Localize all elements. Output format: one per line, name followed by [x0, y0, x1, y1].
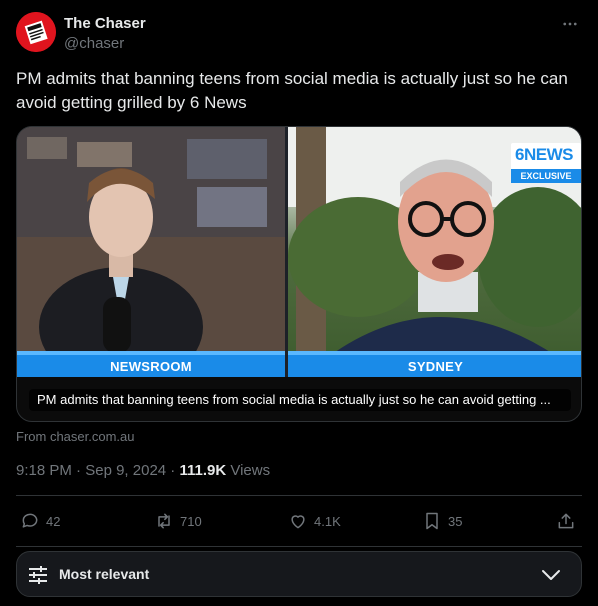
link-card[interactable]: 6NEWS EXCLUSIVE NEWSROOM SYDNEY PM admit… — [16, 126, 582, 422]
reply-count: 42 — [46, 513, 61, 529]
tweet-header: The Chaser @chaser — [16, 12, 582, 56]
action-bar: 42 710 4.1K 35 — [16, 508, 582, 534]
sydney-pane: 6NEWS EXCLUSIVE — [288, 127, 581, 377]
bookmark-icon — [426, 512, 438, 530]
repost-count: 710 — [180, 513, 202, 529]
views-label: Views — [230, 462, 271, 479]
reply-icon — [22, 513, 38, 528]
repost-icon — [158, 513, 170, 529]
exclusive-badge: EXCLUSIVE — [511, 169, 581, 183]
card-caption[interactable]: PM admits that banning teens from social… — [29, 389, 571, 411]
divider — [16, 495, 582, 496]
avatar[interactable] — [16, 12, 56, 52]
logo-text: 6NEWS — [515, 145, 573, 164]
newsroom-pane — [17, 127, 285, 377]
repost-button[interactable]: 710 — [154, 508, 202, 534]
card-source[interactable]: From chaser.com.au — [16, 429, 135, 444]
tweet-time[interactable]: 9:18 PM — [16, 462, 72, 479]
card-media[interactable]: 6NEWS EXCLUSIVE NEWSROOM SYDNEY PM admit… — [17, 127, 581, 421]
more-icon[interactable] — [558, 14, 582, 34]
like-icon — [291, 515, 305, 529]
sort-dropdown[interactable]: Most relevant — [16, 551, 582, 597]
chevron-down-icon[interactable] — [541, 566, 561, 584]
display-name[interactable]: The Chaser — [64, 14, 146, 34]
tweet-meta: 9:18 PM · Sep 9, 2024 · 111.9K Views — [16, 461, 270, 481]
share-button[interactable] — [556, 508, 582, 534]
tweet-date[interactable]: Sep 9, 2024 — [85, 462, 166, 479]
views-count: 111.9K — [179, 462, 227, 479]
like-button[interactable]: 4.1K — [288, 508, 341, 534]
newsroom-label: NEWSROOM — [17, 355, 285, 377]
six-news-logo: 6NEWS EXCLUSIVE — [511, 143, 581, 183]
reply-button[interactable]: 42 — [20, 508, 60, 534]
user-handle[interactable]: @chaser — [64, 34, 146, 54]
divider — [16, 546, 582, 547]
sydney-label: SYDNEY — [288, 355, 581, 377]
bookmark-count: 35 — [448, 513, 463, 529]
tweet-text: PM admits that banning teens from social… — [16, 69, 568, 112]
like-count: 4.1K — [314, 513, 341, 529]
sort-label: Most relevant — [59, 566, 150, 582]
bookmark-button[interactable]: 35 — [422, 508, 462, 534]
share-icon — [558, 513, 574, 529]
sort-sliders-icon — [29, 566, 47, 584]
meta-dot: · — [76, 462, 82, 479]
meta-dot: · — [170, 462, 176, 479]
